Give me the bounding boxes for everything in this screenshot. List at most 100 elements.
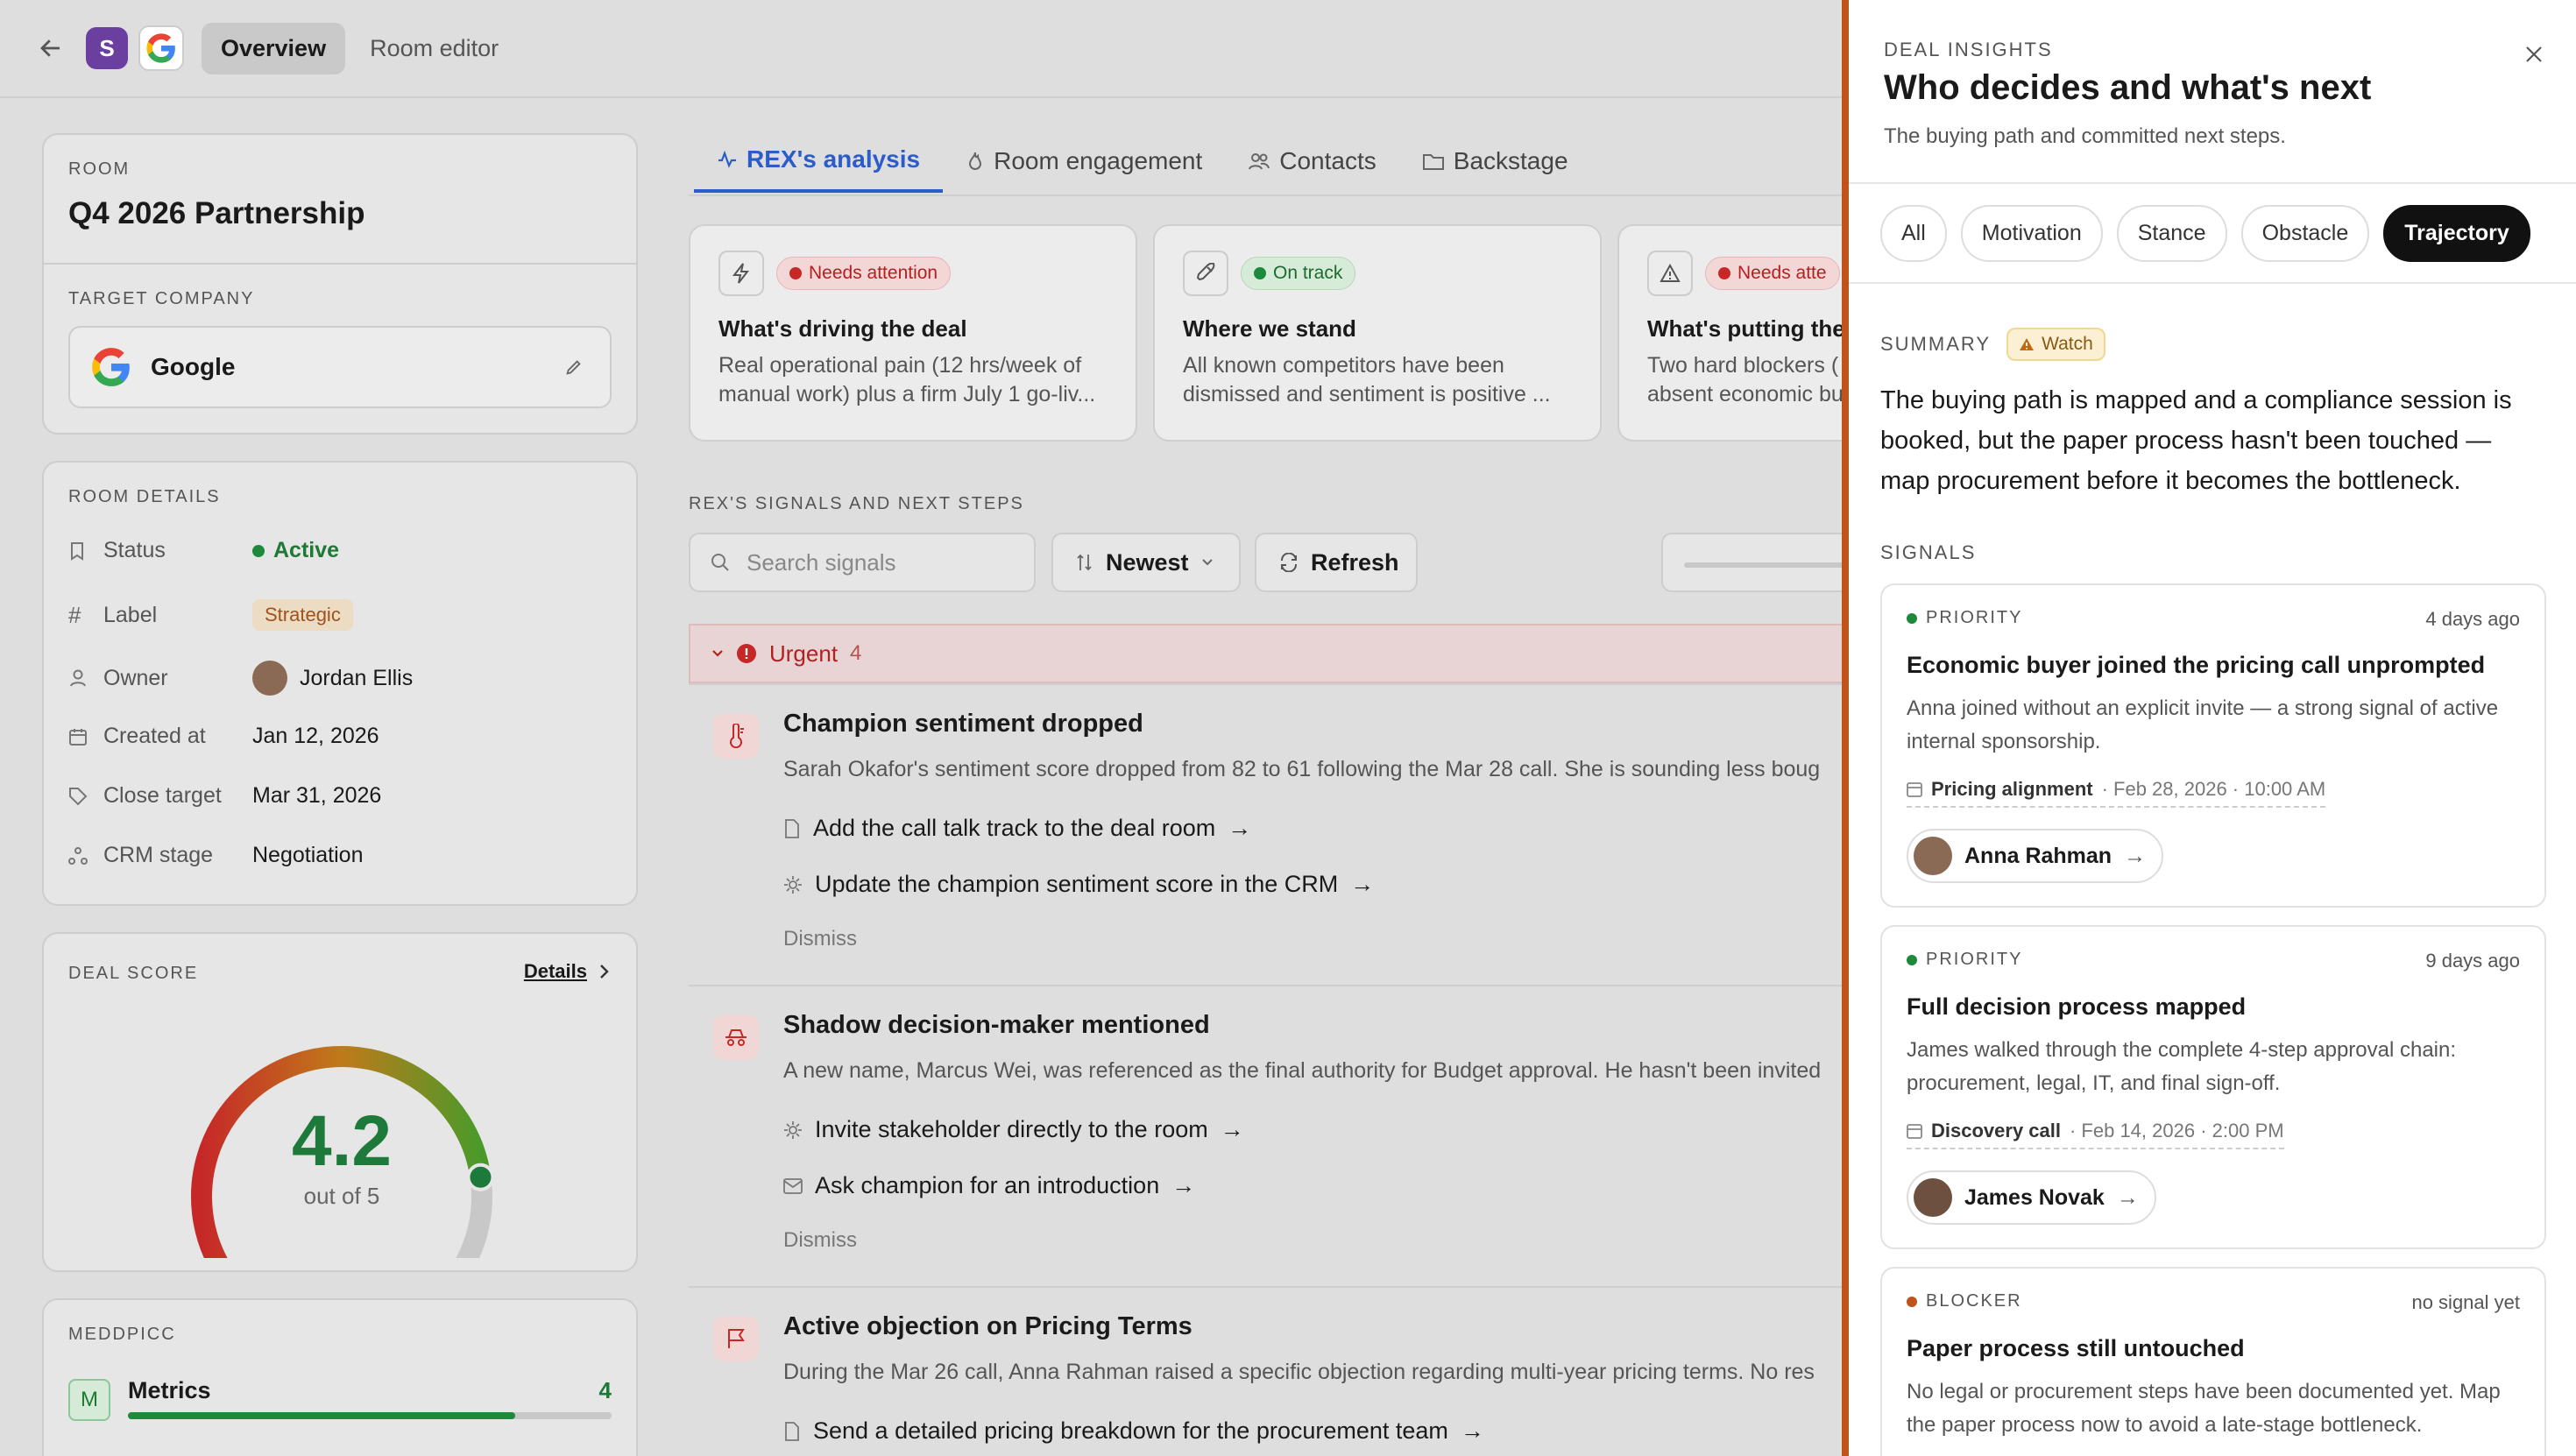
urgent-count: 4: [850, 641, 862, 665]
crm-row: CRM stage Negotiation: [68, 843, 363, 868]
action-label: Update the champion sentiment score in t…: [815, 871, 1339, 897]
sort-label: Newest: [1106, 548, 1189, 576]
dismiss-button[interactable]: Dismiss: [783, 927, 857, 951]
status-value: Active: [273, 538, 340, 562]
signal-desc: Sarah Okafor's sentiment score dropped f…: [783, 757, 1821, 781]
status-badge: On track: [1241, 257, 1356, 290]
filter-obstacle[interactable]: Obstacle: [2240, 205, 2370, 262]
action-label: Invite stakeholder directly to the room: [815, 1116, 1208, 1142]
meddpicc-value: 4: [598, 1377, 612, 1403]
tab-backstage[interactable]: Backstage: [1399, 138, 1591, 193]
filter-trajectory[interactable]: Trajectory: [2383, 205, 2530, 262]
signal-card[interactable]: PRIORITY 4 days ago Economic buyer joine…: [1880, 583, 2546, 908]
tab-rex-analysis[interactable]: REX's analysis: [694, 138, 944, 193]
person-chip[interactable]: Anna Rahman →: [1907, 829, 2164, 883]
back-button[interactable]: [33, 31, 68, 66]
meeting-link[interactable]: Discovery call · Feb 14, 2026 · 2:00 PM: [1907, 1120, 2284, 1149]
refresh-button[interactable]: Refresh: [1255, 533, 1418, 592]
meddpicc-name: Metrics: [128, 1377, 211, 1403]
action-label: Send a detailed pricing breakdown for th…: [813, 1417, 1448, 1444]
signal-action[interactable]: Add the call talk track to the deal room…: [783, 815, 1251, 842]
filter-all[interactable]: All: [1880, 205, 1947, 262]
signal-action[interactable]: Ask champion for an introduction →: [783, 1172, 1195, 1199]
meeting-link[interactable]: Pricing alignment · Feb 28, 2026 · 10:00 …: [1907, 778, 2326, 808]
arrow-right-icon: →: [2124, 843, 2147, 868]
search-signals-input[interactable]: Search signals: [689, 533, 1036, 592]
tag-icon: [68, 787, 89, 806]
tab-contacts[interactable]: Contacts: [1225, 138, 1399, 193]
close-label: Close target: [103, 783, 222, 808]
filter-tabs: All Motivation Stance Obstacle Trajector…: [1880, 205, 2530, 262]
created-row: Created at Jan 12, 2026: [68, 724, 379, 749]
owner-label: Owner: [103, 665, 168, 690]
close-button[interactable]: [2523, 44, 2544, 69]
close-row: Close target Mar 31, 2026: [68, 783, 381, 809]
folder-icon: [1422, 154, 1444, 170]
signal-ago: 9 days ago: [2425, 950, 2520, 972]
user-icon: [68, 668, 89, 688]
signal-action[interactable]: Send a detailed pricing breakdown for th…: [783, 1417, 1484, 1445]
gear-icon: [784, 875, 802, 894]
room-name: Q4 2026 Partnership: [68, 196, 365, 230]
signal-card[interactable]: PRIORITY 9 days ago Full decision proces…: [1880, 925, 2546, 1249]
search-icon: [711, 554, 729, 571]
signal-kind: BLOCKER: [1907, 1291, 2022, 1311]
zap-icon: [718, 251, 764, 296]
chevron-right-icon: [600, 965, 609, 979]
tab-room-engagement[interactable]: Room engagement: [943, 138, 1225, 193]
signal-desc: A new name, Marcus Wei, was referenced a…: [783, 1058, 1822, 1083]
panel-caption: DEAL INSIGHTS: [1884, 39, 2053, 60]
sort-dropdown[interactable]: Newest: [1051, 533, 1241, 592]
sort-icon: [1077, 554, 1092, 571]
deal-insights-panel: DEAL INSIGHTS Who decides and what's nex…: [1842, 0, 2576, 1456]
meddpicc-bar-fill: [128, 1412, 515, 1419]
calendar-icon: [1907, 1124, 1922, 1139]
signal-desc: During the Mar 26 call, Anna Rahman rais…: [783, 1360, 1815, 1384]
signal-body: No legal or procurement steps have been …: [1907, 1380, 2501, 1437]
tab-rex-analysis-label: REX's analysis: [747, 145, 921, 173]
signal-item: Active objection on Pricing Terms During…: [689, 1286, 1854, 1456]
deal-score-details-link[interactable]: Details: [524, 960, 610, 983]
urgent-group-header[interactable]: Urgent 4: [689, 624, 1854, 683]
signals-caption: REX'S SIGNALS AND NEXT STEPS: [689, 494, 1024, 513]
workspace-logo[interactable]: S: [86, 27, 128, 69]
incognito-icon: [713, 1014, 759, 1060]
signal-action[interactable]: Update the champion sentiment score in t…: [783, 871, 1374, 898]
tab-room-editor[interactable]: Room editor: [350, 23, 518, 74]
signal-card[interactable]: BLOCKER no signal yet Paper process stil…: [1880, 1267, 2546, 1456]
progress-control: [1661, 533, 1859, 592]
signal-item: Shadow decision-maker mentioned A new na…: [689, 985, 1854, 1286]
filter-motivation[interactable]: Motivation: [1960, 205, 2103, 262]
status-badge: Needs attention: [776, 257, 952, 290]
status-label: Status: [103, 538, 166, 562]
tab-overview[interactable]: Overview: [202, 22, 346, 74]
action-label: Ask champion for an introduction: [815, 1172, 1160, 1198]
refresh-label: Refresh: [1311, 548, 1399, 576]
signal-title: Paper process still untouched: [1907, 1335, 2245, 1361]
close-icon: [2526, 46, 2542, 62]
insight-title: Where we stand: [1183, 315, 1356, 342]
meddpicc-card: MEDDPICC M Metrics 4: [42, 1298, 638, 1456]
created-value: Jan 12, 2026: [252, 724, 379, 748]
insight-card[interactable]: On track Where we stand All known compet…: [1153, 224, 1602, 442]
status-row: Status Active: [68, 538, 339, 563]
signal-action[interactable]: Invite stakeholder directly to the room …: [783, 1116, 1244, 1143]
filter-stance[interactable]: Stance: [2116, 205, 2227, 262]
label-label: Label: [103, 602, 158, 627]
room-details-caption: ROOM DETAILS: [68, 487, 221, 506]
dismiss-button[interactable]: Dismiss: [783, 1228, 857, 1253]
person-chip[interactable]: James Novak →: [1907, 1170, 2156, 1225]
edit-icon[interactable]: [564, 357, 584, 377]
bookmark-icon: [68, 541, 89, 561]
company-selector[interactable]: Google: [68, 326, 612, 408]
insight-card[interactable]: Needs atte What's putting the Two hard b…: [1617, 224, 1842, 442]
panel-subtitle: The buying path and committed next steps…: [1884, 124, 2286, 148]
tabs-divider: [689, 194, 1842, 196]
signal-title: Full decision process mapped: [1907, 993, 2247, 1020]
thermometer-icon: [713, 713, 759, 759]
details-link-label: Details: [523, 960, 587, 982]
arrow-right-icon: →: [1220, 1116, 1244, 1142]
activity-icon: [718, 150, 736, 168]
insight-card[interactable]: Needs attention What's driving the deal …: [689, 224, 1137, 442]
status-dot: [252, 544, 265, 557]
